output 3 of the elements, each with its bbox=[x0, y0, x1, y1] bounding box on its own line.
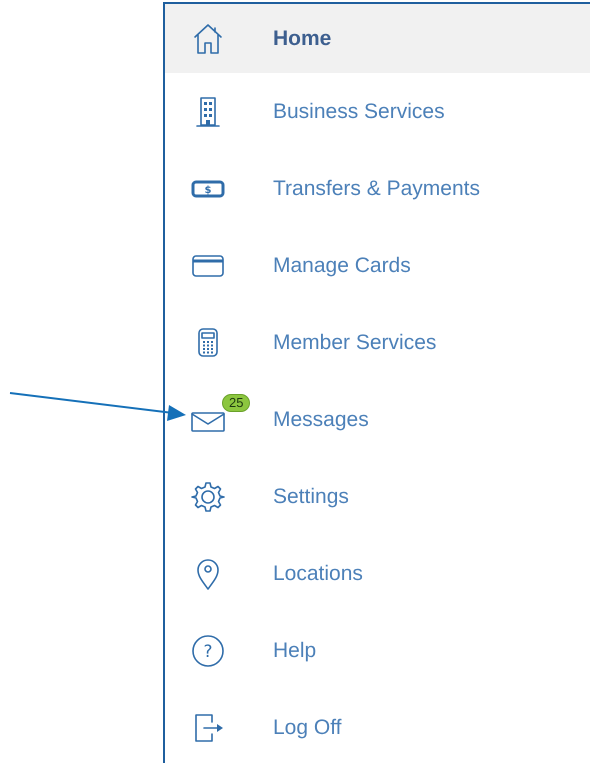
help-icon: ? bbox=[190, 632, 226, 668]
menu-item[interactable]: Home bbox=[165, 4, 590, 73]
unread-count-badge: 25 bbox=[222, 394, 250, 412]
